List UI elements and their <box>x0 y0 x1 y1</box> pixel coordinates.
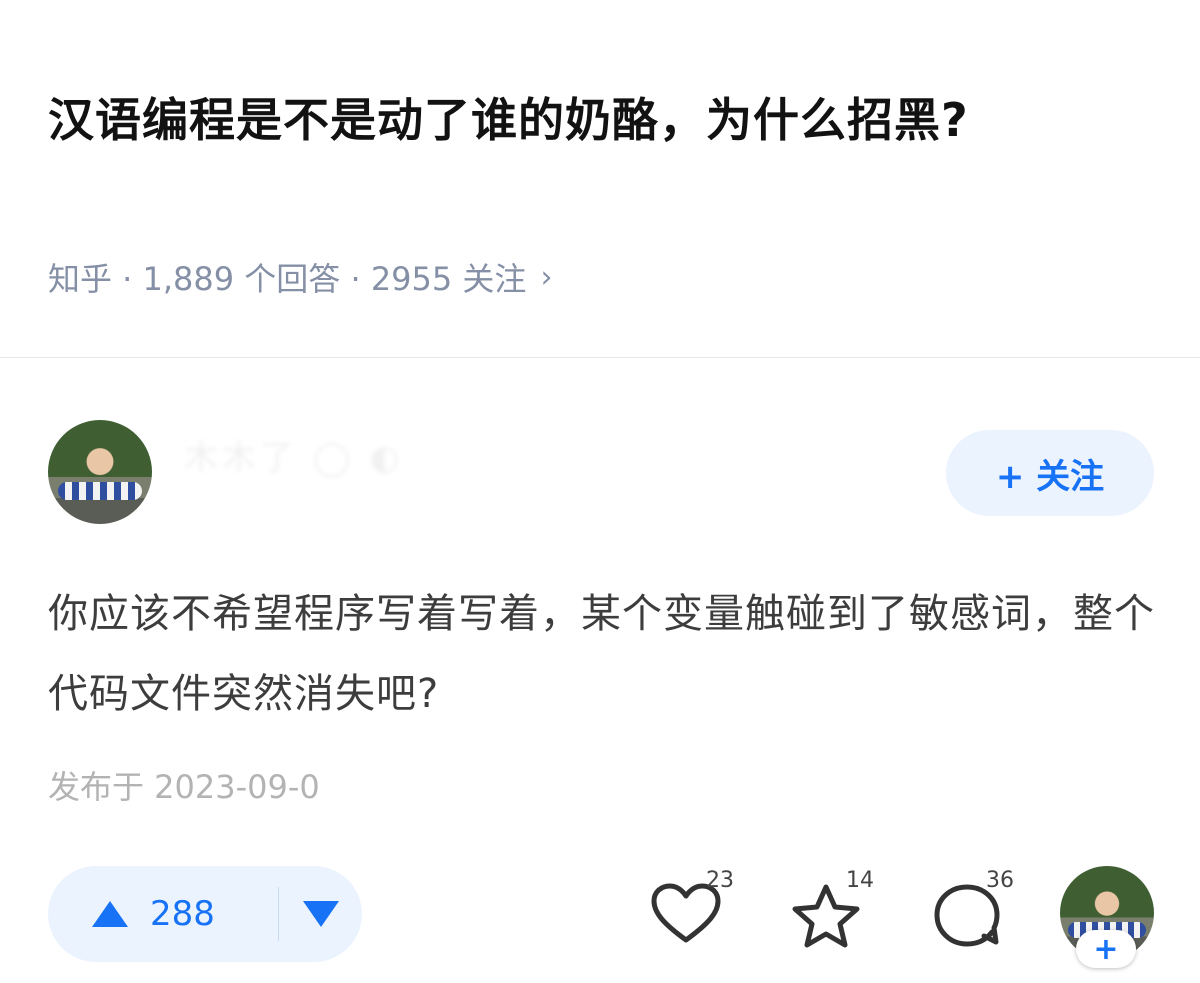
like-count: 23 <box>706 868 734 893</box>
author-avatar[interactable] <box>48 420 152 524</box>
downvote-button[interactable] <box>279 866 362 962</box>
downvote-triangle-icon <box>302 901 339 927</box>
like-button[interactable]: 23 <box>650 868 750 958</box>
author-name[interactable]: 木木了 ◯ ◐ <box>184 430 403 479</box>
upvote-triangle-icon <box>92 901 128 927</box>
question-meta-text: 知乎 · 1,889 个回答 · 2955 关注 <box>48 260 527 298</box>
question-meta-link[interactable]: 知乎 · 1,889 个回答 · 2955 关注 › <box>48 254 552 300</box>
section-divider <box>0 357 1200 358</box>
upvote-count: 288 <box>150 894 215 934</box>
follow-button[interactable]: + 关注 <box>946 430 1154 516</box>
vote-bar: 288 <box>48 866 362 962</box>
favorite-count: 14 <box>846 868 874 893</box>
comment-count: 36 <box>986 868 1014 893</box>
question-header: 汉语编程是不是动了谁的奶酪，为什么招黑? 知乎 · 1,889 个回答 · 29… <box>0 0 1200 358</box>
upvote-button[interactable]: 288 <box>48 866 262 962</box>
publish-time: 发布于 2023-09-0 <box>48 768 320 806</box>
answer-content[interactable]: 你应该不希望程序写着写着，某个变量触碰到了敏感词，整个代码文件突然消失吧? <box>48 574 1158 734</box>
chevron-right-icon: › <box>540 259 553 295</box>
author-row: 木木了 ◯ ◐ + 关注 <box>48 420 1154 524</box>
favorite-button[interactable]: 14 <box>790 868 890 958</box>
question-title[interactable]: 汉语编程是不是动了谁的奶酪，为什么招黑? <box>48 84 1108 156</box>
follow-plus-button[interactable]: + <box>1076 930 1136 968</box>
comment-button[interactable]: 36 <box>932 868 1032 958</box>
avatar-stripe-decoration <box>58 482 142 500</box>
